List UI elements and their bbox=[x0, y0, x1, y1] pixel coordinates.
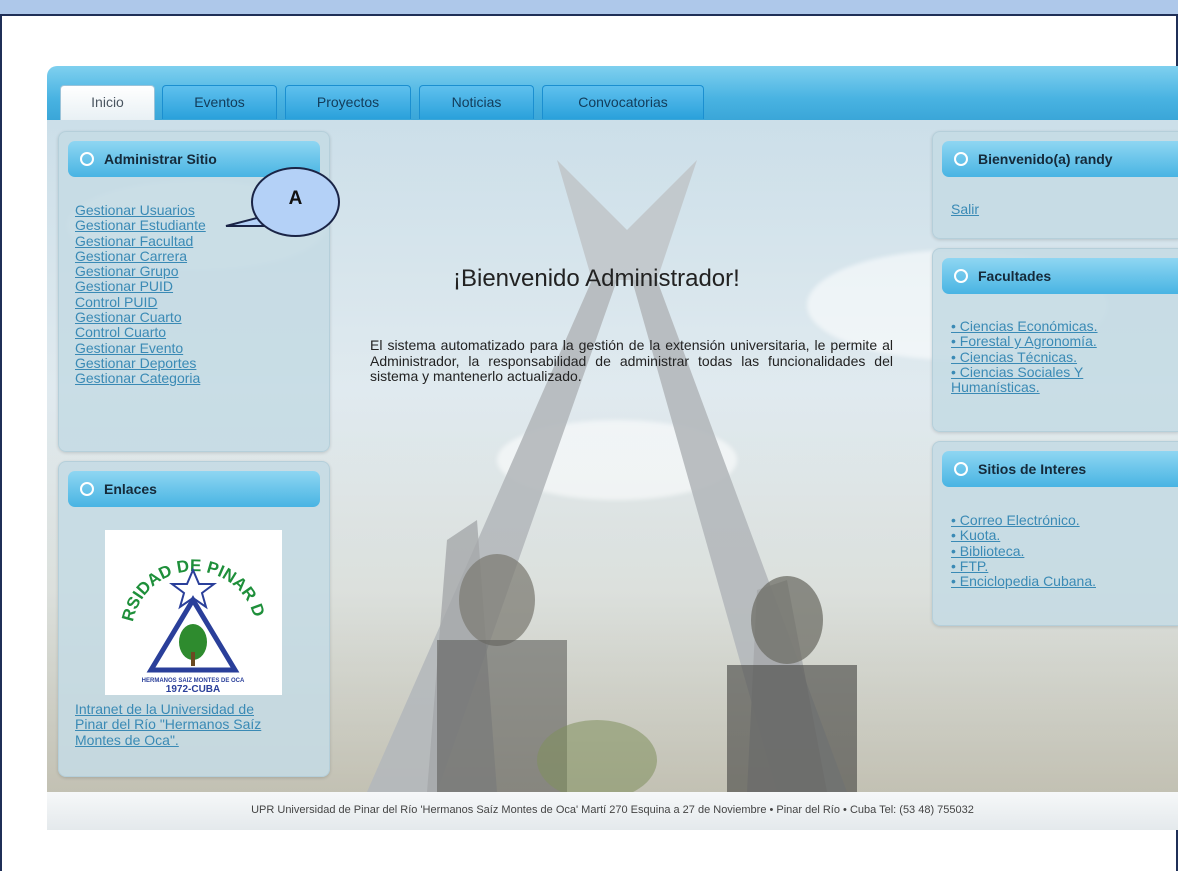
facultades-panel-title: Facultades bbox=[978, 268, 1052, 284]
university-seal-icon: UNIVERSIDAD DE PINAR DEL RIO HERMANOS SA… bbox=[98, 515, 268, 695]
link-ciencias-sociales[interactable]: • Ciencias Sociales Y bbox=[951, 364, 1098, 380]
sitios-panel-title: Sitios de Interes bbox=[978, 461, 1087, 477]
link-enciclopedia-cubana[interactable]: • Enciclopedia Cubana. bbox=[951, 573, 1096, 589]
callout-bubble: A bbox=[251, 167, 340, 237]
link-gestionar-puid[interactable]: Gestionar PUID bbox=[75, 279, 206, 295]
link-control-cuarto[interactable]: Control Cuarto bbox=[75, 325, 206, 341]
link-gestionar-cuarto[interactable]: Gestionar Cuarto bbox=[75, 309, 206, 325]
link-gestionar-grupo[interactable]: Gestionar Grupo bbox=[75, 263, 206, 279]
monument-illustration bbox=[367, 160, 857, 792]
welcome-panel-header: Bienvenido(a) randy bbox=[942, 141, 1178, 177]
link-ciencias-tecnicas[interactable]: • Ciencias Técnicas. bbox=[951, 349, 1098, 365]
link-gestionar-facultad[interactable]: Gestionar Facultad bbox=[75, 233, 206, 249]
tab-eventos[interactable]: Eventos bbox=[162, 85, 277, 119]
link-control-puid[interactable]: Control PUID bbox=[75, 294, 206, 310]
link-gestionar-carrera[interactable]: Gestionar Carrera bbox=[75, 248, 206, 264]
intranet-link-line[interactable]: Pinar del Río "Hermanos Saíz bbox=[75, 716, 261, 732]
sitios-panel: Sitios de Interes • Correo Electrónico. … bbox=[932, 441, 1178, 626]
link-biblioteca[interactable]: • Biblioteca. bbox=[951, 543, 1096, 559]
welcome-panel-title: Bienvenido(a) randy bbox=[978, 151, 1113, 167]
logout-area: Salir bbox=[951, 201, 979, 217]
link-correo-electronico[interactable]: • Correo Electrónico. bbox=[951, 512, 1096, 528]
radio-circle-icon bbox=[954, 269, 968, 283]
link-kuota[interactable]: • Kuota. bbox=[951, 527, 1096, 543]
document-top-band bbox=[0, 0, 1178, 16]
link-gestionar-deportes[interactable]: Gestionar Deportes bbox=[75, 355, 206, 371]
intranet-link-line[interactable]: Montes de Oca". bbox=[75, 732, 261, 748]
logout-link[interactable]: Salir bbox=[951, 201, 979, 217]
facultades-panel-header: Facultades bbox=[942, 258, 1178, 294]
tab-proyectos[interactable]: Proyectos bbox=[285, 85, 411, 119]
welcome-panel: Bienvenido(a) randy Salir bbox=[932, 131, 1178, 239]
link-ftp[interactable]: • FTP. bbox=[951, 558, 1096, 574]
tab-convocatorias[interactable]: Convocatorias bbox=[542, 85, 704, 119]
sitios-panel-header: Sitios de Interes bbox=[942, 451, 1178, 487]
logo-year-text: 1972-CUBA bbox=[166, 684, 220, 695]
link-forestal-agronomia[interactable]: • Forestal y Agronomía. bbox=[951, 333, 1098, 349]
link-gestionar-categoria[interactable]: Gestionar Categoria bbox=[75, 370, 206, 386]
university-logo[interactable]: UNIVERSIDAD DE PINAR DEL RIO HERMANOS SA… bbox=[98, 515, 282, 695]
admin-links: Gestionar Usuarios Gestionar Estudiante … bbox=[75, 202, 206, 387]
link-gestionar-usuarios[interactable]: Gestionar Usuarios bbox=[75, 202, 206, 218]
facultades-links: • Ciencias Económicas. • Forestal y Agro… bbox=[951, 318, 1098, 395]
link-gestionar-evento[interactable]: Gestionar Evento bbox=[75, 340, 206, 356]
document-left-border bbox=[0, 14, 2, 871]
intranet-link-line[interactable]: Intranet de la Universidad de bbox=[75, 701, 261, 717]
top-navigation-bar: Inicio Eventos Proyectos Noticias Convoc… bbox=[47, 66, 1178, 121]
sitios-links: • Correo Electrónico. • Kuota. • Bibliot… bbox=[951, 512, 1096, 589]
admin-panel-title: Administrar Sitio bbox=[104, 151, 217, 167]
welcome-heading: ¡Bienvenido Administrador! bbox=[453, 265, 740, 292]
site-footer: UPR Universidad de Pinar del Río 'Herman… bbox=[47, 792, 1178, 830]
radio-circle-icon bbox=[80, 152, 94, 166]
callout-label: A bbox=[288, 188, 303, 209]
enlaces-panel-header: Enlaces bbox=[68, 471, 320, 507]
link-ciencias-economicas[interactable]: • Ciencias Económicas. bbox=[951, 318, 1098, 334]
facultades-panel: Facultades • Ciencias Económicas. • Fore… bbox=[932, 248, 1178, 432]
radio-circle-icon bbox=[954, 462, 968, 476]
footer-text: UPR Universidad de Pinar del Río 'Herman… bbox=[251, 804, 974, 816]
welcome-description: El sistema automatizado para la gestión … bbox=[370, 337, 893, 384]
intranet-link[interactable]: Intranet de la Universidad de Pinar del … bbox=[75, 701, 261, 748]
link-humanisticas[interactable]: Humanísticas. bbox=[951, 379, 1098, 395]
radio-circle-icon bbox=[954, 152, 968, 166]
tab-noticias[interactable]: Noticias bbox=[419, 85, 534, 119]
radio-circle-icon bbox=[80, 482, 94, 496]
tab-inicio[interactable]: Inicio bbox=[60, 85, 155, 121]
link-gestionar-estudiante[interactable]: Gestionar Estudiante bbox=[75, 217, 206, 233]
enlaces-panel-title: Enlaces bbox=[104, 481, 157, 497]
